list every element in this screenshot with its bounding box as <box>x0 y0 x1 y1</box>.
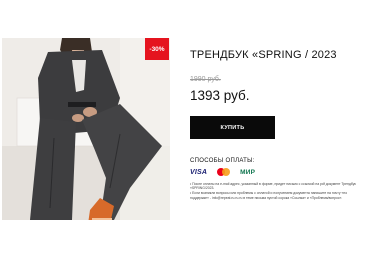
old-price: 1990 руб. <box>190 76 221 83</box>
discount-badge: -30% <box>145 38 169 60</box>
payment-methods-heading: СПОСОБЫ ОПЛАТЫ: <box>190 158 255 164</box>
visa-logo: VISA <box>190 168 208 176</box>
product-image <box>2 38 170 220</box>
current-price: 1393 руб. <box>190 88 250 103</box>
buy-button[interactable]: КУПИТЬ <box>190 116 275 139</box>
payment-notes: • После оплаты на e-mail адрес, указанны… <box>190 182 365 201</box>
mir-logo: МИР <box>240 168 256 176</box>
model-photo <box>2 38 170 220</box>
product-title: ТРЕНДБУК «SPRING / 2023 <box>190 49 337 61</box>
payment-note: • После оплаты на e-mail адрес, указанны… <box>190 182 356 191</box>
payment-logos: VISA МИР <box>190 167 255 177</box>
mastercard-logo <box>216 167 232 177</box>
payment-note: • Если возникли вопросы или проблемы с о… <box>190 191 348 200</box>
